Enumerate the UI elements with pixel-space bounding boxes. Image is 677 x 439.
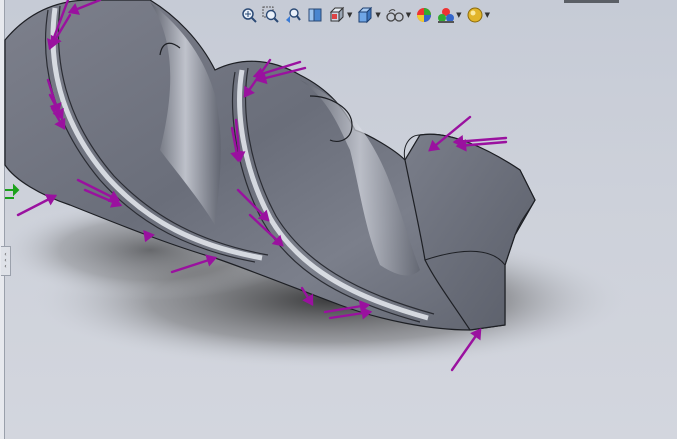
- previous-view-button[interactable]: [284, 5, 302, 25]
- chevron-down-icon: ▼: [456, 11, 462, 19]
- zoom-to-area-icon: [262, 6, 279, 23]
- chevron-down-icon: ▼: [405, 11, 412, 19]
- edit-appearance-icon: [417, 8, 432, 22]
- chevron-down-icon: ▼: [375, 11, 381, 19]
- zoom-to-fit-icon: [242, 8, 257, 23]
- edit-appearance-button[interactable]: [415, 5, 433, 25]
- graphics-area[interactable]: [0, 0, 677, 439]
- chevron-down-icon: ▼: [484, 11, 490, 19]
- hide-show-items-icon: [386, 9, 404, 22]
- display-style-icon: [358, 6, 373, 24]
- previous-view-icon: [286, 8, 301, 23]
- section-view-icon: [308, 8, 322, 22]
- view-orientation-icon: [329, 6, 345, 23]
- chevron-down-icon: ▼: [347, 11, 353, 19]
- heads-up-view-toolbar: ▼ ▼ ▼ ▼ ▼: [240, 4, 494, 26]
- apply-scene-icon: [438, 8, 455, 23]
- view-settings-button[interactable]: ▼: [466, 5, 490, 25]
- view-orientation-button[interactable]: ▼: [328, 5, 352, 25]
- apply-scene-button[interactable]: ▼: [437, 5, 462, 25]
- hide-show-items-button[interactable]: ▼: [385, 5, 411, 25]
- view-settings-icon: [467, 7, 483, 23]
- display-style-button[interactable]: ▼: [356, 5, 381, 25]
- zoom-to-fit-button[interactable]: [240, 5, 258, 25]
- auger-model-view: [0, 0, 630, 372]
- fixture-arrows: [5, 183, 20, 199]
- load-arrow-head: [44, 194, 58, 206]
- section-view-button[interactable]: [306, 5, 324, 25]
- zoom-to-area-button[interactable]: [262, 5, 280, 25]
